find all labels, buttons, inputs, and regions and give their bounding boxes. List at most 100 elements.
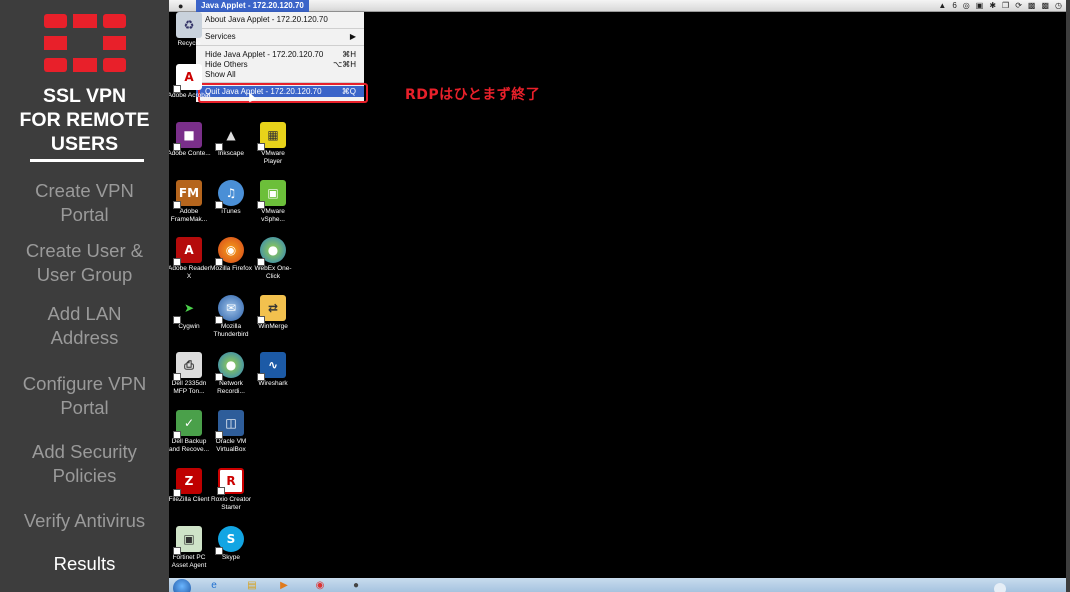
desktop-icon-label: Dell 2335dn MFP Ton... xyxy=(171,380,207,395)
desktop-icon-recycle-bin[interactable]: ♻ Recycle xyxy=(169,12,211,48)
desktop-icon-label: Oracle VM VirtualBox xyxy=(215,438,247,453)
desktop-icon-label: Recycle xyxy=(177,40,201,47)
framemaker-icon: FM xyxy=(173,180,202,209)
sync-icon[interactable]: ⟳ xyxy=(1015,0,1022,12)
nav-item-configure-vpn-portal[interactable]: Configure VPN Portal xyxy=(0,372,169,420)
desktop-icon-label: Roxio Creator Starter xyxy=(210,496,252,511)
desktop-icon-webex[interactable]: ● WebEx One-Click xyxy=(251,237,295,281)
chrome-icon[interactable]: ◉ xyxy=(309,579,331,592)
menu-item-label: Hide Java Applet - 172.20.120.70 xyxy=(205,50,324,59)
vsphere-icon: ▣ xyxy=(257,180,286,209)
menu-separator xyxy=(196,45,364,46)
menu-separator xyxy=(196,28,364,29)
ie-icon[interactable]: e xyxy=(203,579,225,592)
nav-item-label: Address xyxy=(50,327,119,348)
annotation-text: RDPはひとまず終了 xyxy=(405,87,541,103)
explorer-icon[interactable]: ▤ xyxy=(241,579,263,592)
nav-item-add-lan-address[interactable]: Add LAN Address xyxy=(0,302,169,350)
desktop-icon-roxio[interactable]: R Roxio Creator Starter xyxy=(209,468,253,512)
desktop-icon-dell-backup[interactable]: ✓ Dell Backup and Recove... xyxy=(169,410,211,454)
nav-item-label: Portal xyxy=(60,204,109,225)
desktop-icon-label: Adobe Reader X xyxy=(169,265,210,280)
menu-bar: ● Java Applet - 172.20.120.70 ▲ 6 ◎ ▣ ✱ … xyxy=(169,0,1066,12)
adobe-contribute-icon: ■ xyxy=(173,122,202,151)
desktop-icon-label: FileZilla Client xyxy=(169,496,210,503)
nav-item-add-security-policies[interactable]: Add Security Policies xyxy=(0,440,169,488)
desktop-icon-label: Cygwin xyxy=(178,323,200,330)
sidebar-title-line: FOR REMOTE xyxy=(19,109,150,131)
desktop-icon-label: Network Recordi... xyxy=(217,380,245,395)
desktop-icon-skype[interactable]: S Skype xyxy=(209,526,253,562)
desktop-icon-thunderbird[interactable]: ✉ Mozilla Thunderbird xyxy=(209,295,253,339)
roxio-icon: R xyxy=(217,468,244,495)
menu-item-about[interactable]: About Java Applet - 172.20.120.70 xyxy=(196,14,364,25)
virtualbox-icon: ◫ xyxy=(215,410,244,439)
nav-item-label: Add Security xyxy=(32,441,137,462)
desktop-icon-cygwin[interactable]: ➤ Cygwin xyxy=(169,295,211,331)
filezilla-icon: Z xyxy=(173,468,202,497)
nav-item-label: Create VPN xyxy=(35,180,134,201)
window-icon[interactable]: ❐ xyxy=(1002,0,1009,12)
webex-icon: ● xyxy=(257,237,286,266)
desktop-icon-label: Adobe Conte... xyxy=(169,150,211,157)
nav-item-verify-antivirus[interactable]: Verify Antivirus xyxy=(0,509,169,533)
wifi-icon[interactable]: ◎ xyxy=(963,0,970,12)
desktop-icon-framemaker[interactable]: FM Adobe FrameMak... xyxy=(169,180,211,224)
apple-icon[interactable]: ● xyxy=(178,0,183,12)
desktop-icon-label: Skype xyxy=(221,554,241,561)
desktop-icon-printer[interactable]: ⎙ Dell 2335dn MFP Ton... xyxy=(169,352,211,396)
remote-app-icon[interactable]: ● xyxy=(345,579,367,592)
desktop-icon-itunes[interactable]: ♫ iTunes xyxy=(209,180,253,216)
status-text: 6 xyxy=(952,1,957,10)
desktop-icon-virtualbox[interactable]: ◫ Oracle VM VirtualBox xyxy=(209,410,253,454)
nav-item-create-vpn-portal[interactable]: Create VPN Portal xyxy=(0,179,169,227)
desktop-icon-winmerge[interactable]: ⇄ WinMerge xyxy=(251,295,295,331)
display-icon[interactable]: ▩ xyxy=(1028,0,1036,12)
system-tray-icon[interactable] xyxy=(994,583,1006,592)
bluetooth-icon[interactable]: ✱ xyxy=(989,0,996,12)
desktop-icon-network-recording[interactable]: ● Network Recordi... xyxy=(209,352,253,396)
printer-icon: ⎙ xyxy=(173,352,202,381)
desktop-icon-fortinet-agent[interactable]: ▣ Fortinet PC Asset Agent xyxy=(169,526,211,570)
winmerge-icon: ⇄ xyxy=(257,295,286,324)
media-player-icon[interactable]: ▶ xyxy=(273,579,295,592)
desktop-icon-firefox[interactable]: ◉ Mozilla Firefox xyxy=(209,237,253,273)
adobe-icon[interactable]: ▲ xyxy=(938,0,946,12)
desktop-icon-label: Mozilla Firefox xyxy=(210,265,252,272)
desktop-icon-label: Adobe Acrobat xyxy=(169,92,211,99)
right-border xyxy=(1066,0,1070,592)
wireshark-icon: ∿ xyxy=(257,352,286,381)
sidebar-title-line: SSL VPN xyxy=(42,85,127,107)
screen-icon[interactable]: ▣ xyxy=(976,0,984,12)
menu-item-label: About Java Applet - 172.20.120.70 xyxy=(205,15,328,24)
fortinet-agent-icon: ▣ xyxy=(173,526,202,555)
nav-item-label: Results xyxy=(53,553,116,574)
clock-icon[interactable]: ◷ xyxy=(1055,0,1062,12)
nav-item-create-user-group[interactable]: Create User & User Group xyxy=(0,239,169,287)
app-menu[interactable]: Java Applet - 172.20.120.70 xyxy=(196,0,309,12)
sidebar-title: SSL VPN FOR REMOTE USERS xyxy=(0,84,169,156)
desktop-icon-wireshark[interactable]: ∿ Wireshark xyxy=(251,352,295,388)
highlight-box xyxy=(198,83,368,103)
nav-item-label: Create User & xyxy=(25,240,144,261)
desktop-icon-vmware-player[interactable]: ▦ VMware Player xyxy=(251,122,295,166)
remote-desktop: ● Java Applet - 172.20.120.70 ▲ 6 ◎ ▣ ✱ … xyxy=(169,0,1066,592)
vmware-player-icon: ▦ xyxy=(257,122,286,151)
desktop-icon-adobe-reader[interactable]: A Adobe Reader X xyxy=(169,237,211,281)
itunes-icon: ♫ xyxy=(215,180,244,209)
desktop-icon-label: VMware Player xyxy=(261,150,285,165)
nav-item-label: Policies xyxy=(52,465,117,486)
desktop-icon-label: VMware vSphe... xyxy=(261,208,285,223)
fortinet-logo xyxy=(44,14,126,72)
nav-item-label: Verify Antivirus xyxy=(23,510,146,531)
volume-icon[interactable]: ▩ xyxy=(1041,0,1049,12)
desktop-icon-filezilla[interactable]: Z FileZilla Client xyxy=(169,468,211,504)
desktop-icon-vsphere[interactable]: ▣ VMware vSphe... xyxy=(251,180,295,224)
start-button[interactable] xyxy=(173,579,191,592)
menu-item-show-all[interactable]: Show All xyxy=(196,69,364,80)
desktop-icon-adobe-contribute[interactable]: ■ Adobe Conte... xyxy=(169,122,211,158)
desktop-icon-inkscape[interactable]: ▲ Inkscape xyxy=(209,122,253,158)
menu-item-services[interactable]: Services ▶ xyxy=(196,31,364,42)
desktop-icon-acrobat[interactable]: A Adobe Acrobat xyxy=(169,64,211,100)
nav-item-results[interactable]: Results xyxy=(0,552,169,576)
